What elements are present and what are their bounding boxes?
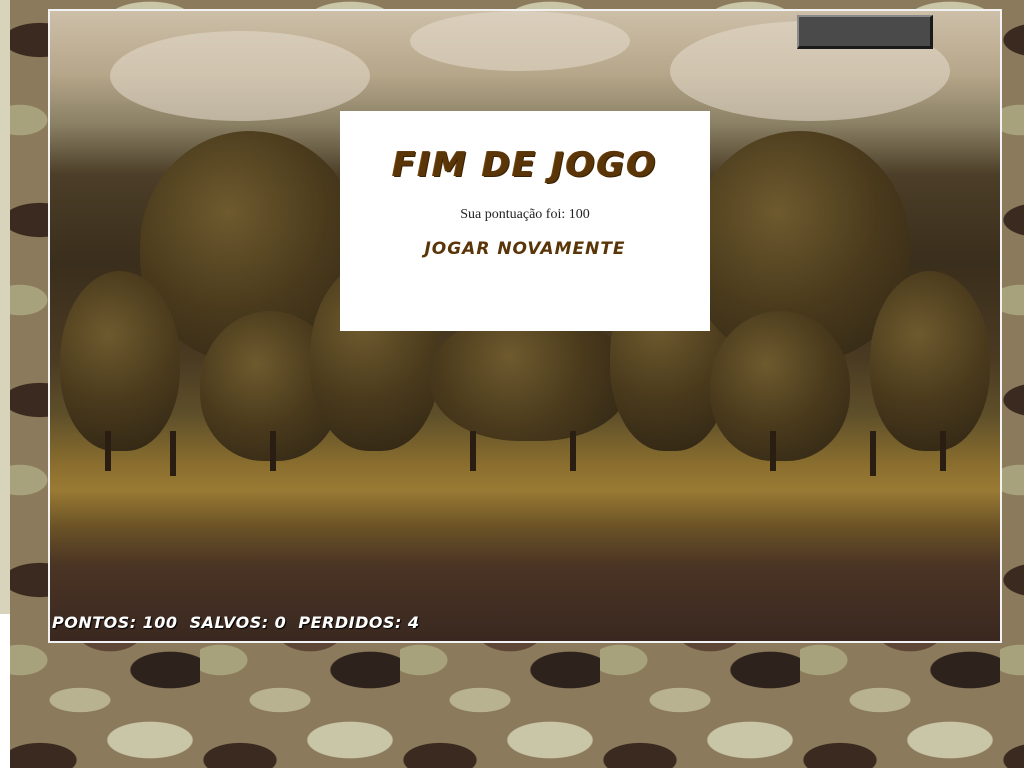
- tree-trunk: [940, 431, 946, 471]
- tree: [710, 311, 850, 461]
- cloud: [410, 11, 630, 71]
- hud-status-bar: PONTOS: 100 SALVOS: 0 PERDIDOS: 4: [52, 613, 426, 632]
- menu-button[interactable]: [797, 15, 933, 49]
- lost-label: PERDIDOS:: [298, 613, 402, 632]
- tree-trunk: [870, 431, 876, 476]
- play-again-button[interactable]: JOGAR NOVAMENTE: [424, 239, 625, 259]
- tree-trunk: [470, 431, 476, 471]
- tree-trunk: [270, 431, 276, 471]
- cloud: [110, 31, 370, 121]
- saved-value: 0: [274, 613, 287, 632]
- game-over-panel: FIM DE JOGO Sua pontuação foi: 100 JOGAR…: [340, 111, 710, 331]
- bottom-left-gap: [0, 614, 10, 768]
- points-value: 100: [142, 613, 178, 632]
- final-score-message: Sua pontuação foi: 100: [460, 207, 590, 222]
- points-label: PONTOS:: [52, 613, 137, 632]
- tree-trunk: [770, 431, 776, 471]
- left-edge-strip: [0, 0, 10, 614]
- tree: [870, 271, 990, 451]
- game-canvas[interactable]: FIM DE JOGO Sua pontuação foi: 100 JOGAR…: [48, 9, 1002, 643]
- game-over-title: FIM DE JOGO: [392, 145, 658, 185]
- tree-trunk: [570, 431, 576, 471]
- tree-trunk: [105, 431, 111, 471]
- tree-trunk: [170, 431, 176, 476]
- lost-value: 4: [407, 613, 420, 632]
- saved-label: SALVOS:: [189, 613, 269, 632]
- tree: [60, 271, 180, 451]
